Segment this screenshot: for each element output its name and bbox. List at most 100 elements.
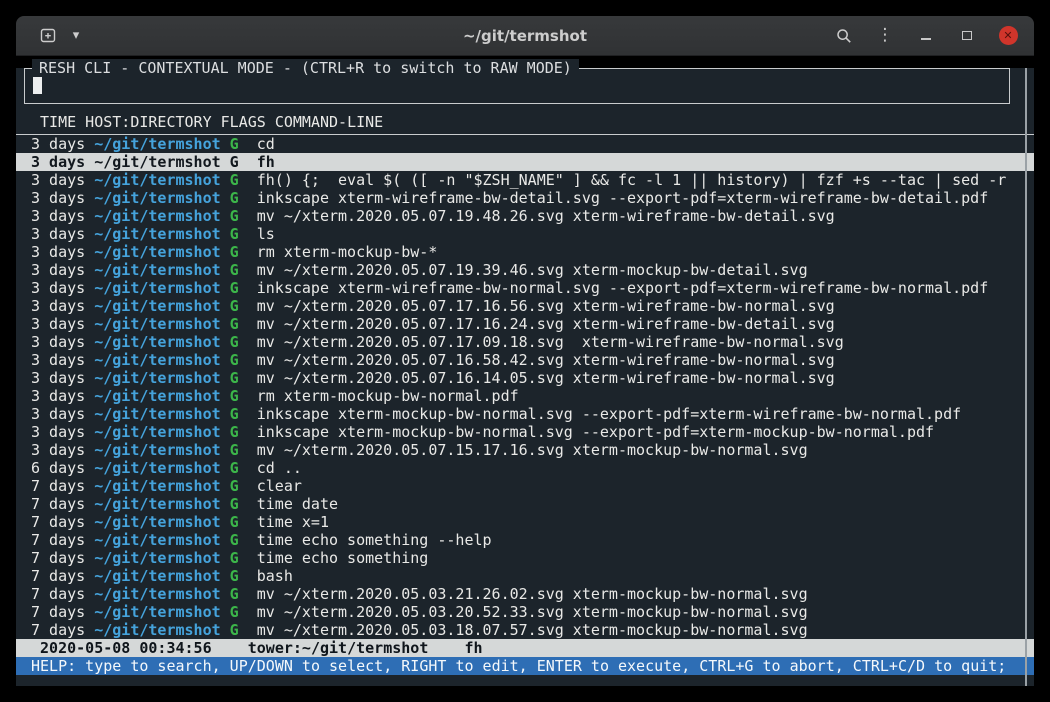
row-time: 3 days <box>31 441 94 459</box>
history-row[interactable]: 3 days~/git/termshotGrm xterm-mockup-bw-… <box>16 387 1034 405</box>
row-host: ~/git/termshot <box>94 189 229 207</box>
tab-switcher-button[interactable]: ▾ <box>66 26 86 46</box>
row-host: ~/git/termshot <box>94 603 229 621</box>
row-command: inkscape xterm-wireframe-bw-normal.svg -… <box>257 279 989 297</box>
row-command: cd <box>257 135 275 153</box>
row-flags: G <box>230 567 257 585</box>
resh-box-title: RESH CLI - CONTEXTUAL MODE - (CTRL+R to … <box>32 59 579 77</box>
row-host: ~/git/termshot <box>94 495 229 513</box>
history-row[interactable]: 6 days~/git/termshotGcd .. <box>16 459 1034 477</box>
row-host: ~/git/termshot <box>94 549 229 567</box>
search-icon <box>836 28 852 44</box>
restore-button[interactable] <box>957 26 977 46</box>
history-row[interactable]: 3 days~/git/termshotGls <box>16 225 1034 243</box>
row-time: 3 days <box>31 189 94 207</box>
row-command: mv ~/xterm.2020.05.07.16.14.05.svg xterm… <box>257 369 835 387</box>
menu-button[interactable]: ⋮ <box>875 26 895 46</box>
search-button[interactable] <box>834 26 854 46</box>
scrollbar[interactable] <box>1025 68 1027 686</box>
row-time: 7 days <box>31 477 94 495</box>
resh-search-box[interactable]: RESH CLI - CONTEXTUAL MODE - (CTRL+R to … <box>24 68 1010 104</box>
row-command: time echo something <box>257 549 429 567</box>
history-row[interactable]: 3 days~/git/termshotGmv ~/xterm.2020.05.… <box>16 441 1034 459</box>
row-flags: G <box>230 585 257 603</box>
close-button[interactable]: ✕ <box>998 26 1018 46</box>
history-row[interactable]: 7 days~/git/termshotGtime x=1 <box>16 513 1034 531</box>
history-row[interactable]: 3 days~/git/termshotGinkscape xterm-mock… <box>16 423 1034 441</box>
row-flags: G <box>230 531 257 549</box>
history-row[interactable]: 3 days~/git/termshotGrm xterm-mockup-bw-… <box>16 243 1034 261</box>
row-time: 3 days <box>31 333 94 351</box>
row-command: mv ~/xterm.2020.05.03.18.07.57.svg xterm… <box>257 621 808 639</box>
row-flags: G <box>230 369 257 387</box>
history-row[interactable]: 3 days~/git/termshotGmv ~/xterm.2020.05.… <box>16 351 1034 369</box>
row-host: ~/git/termshot <box>94 369 229 387</box>
row-command: bash <box>257 567 293 585</box>
minimize-button[interactable] <box>916 26 936 46</box>
row-time: 3 days <box>31 225 94 243</box>
history-row[interactable]: 7 days~/git/termshotGmv ~/xterm.2020.05.… <box>16 603 1034 621</box>
row-time: 7 days <box>31 621 94 639</box>
row-flags: G <box>230 495 257 513</box>
row-command: inkscape xterm-wireframe-bw-detail.svg -… <box>257 189 989 207</box>
history-row[interactable]: 7 days~/git/termshotGbash <box>16 567 1034 585</box>
row-host: ~/git/termshot <box>94 477 229 495</box>
history-row[interactable]: 3 days~/git/termshotGcd <box>16 135 1034 153</box>
history-row[interactable]: 3 days~/git/termshotGmv ~/xterm.2020.05.… <box>16 369 1034 387</box>
row-flags: G <box>230 171 257 189</box>
row-host: ~/git/termshot <box>94 261 229 279</box>
row-time: 3 days <box>31 261 94 279</box>
row-host: ~/git/termshot <box>94 153 229 171</box>
history-row[interactable]: 3 days~/git/termshotGmv ~/xterm.2020.05.… <box>16 315 1034 333</box>
row-command: rm xterm-mockup-bw-normal.pdf <box>257 387 519 405</box>
history-row[interactable]: 7 days~/git/termshotGmv ~/xterm.2020.05.… <box>16 621 1034 639</box>
row-host: ~/git/termshot <box>94 333 229 351</box>
history-row[interactable]: 7 days~/git/termshotGtime echo something… <box>16 531 1034 549</box>
row-command: mv ~/xterm.2020.05.07.17.16.56.svg xterm… <box>257 297 835 315</box>
row-flags: G <box>230 279 257 297</box>
row-host: ~/git/termshot <box>94 387 229 405</box>
row-host: ~/git/termshot <box>94 585 229 603</box>
row-flags: G <box>230 261 257 279</box>
history-row[interactable]: 3 days~/git/termshotGmv ~/xterm.2020.05.… <box>16 261 1034 279</box>
row-time: 3 days <box>31 351 94 369</box>
history-row[interactable]: 7 days~/git/termshotGclear <box>16 477 1034 495</box>
row-host: ~/git/termshot <box>94 225 229 243</box>
history-row[interactable]: 3 days~/git/termshotGmv ~/xterm.2020.05.… <box>16 333 1034 351</box>
terminal-window: ▾ ~/git/termshot ⋮ ✕ <box>16 16 1034 686</box>
new-tab-button[interactable] <box>38 26 58 46</box>
history-row[interactable]: 3 days~/git/termshotGinkscape xterm-mock… <box>16 405 1034 423</box>
titlebar[interactable]: ▾ ~/git/termshot ⋮ ✕ <box>16 16 1034 56</box>
row-host: ~/git/termshot <box>94 279 229 297</box>
help-bar: HELP: type to search, UP/DOWN to select,… <box>16 657 1034 675</box>
history-row[interactable]: 3 days~/git/termshotGfh() {; eval $( ([ … <box>16 171 1034 189</box>
terminal[interactable]: RESH CLI - CONTEXTUAL MODE - (CTRL+R to … <box>16 68 1034 686</box>
row-time: 3 days <box>31 315 94 333</box>
history-row[interactable]: 3 days~/git/termshotGfh <box>16 153 1034 171</box>
row-time: 7 days <box>31 549 94 567</box>
row-command: mv ~/xterm.2020.05.07.19.39.46.svg xterm… <box>257 261 808 279</box>
row-command: inkscape xterm-mockup-bw-normal.svg --ex… <box>257 405 961 423</box>
history-row[interactable]: 7 days~/git/termshotGtime date <box>16 495 1034 513</box>
history-rows: 3 days~/git/termshotGcd3 days~/git/terms… <box>16 135 1034 639</box>
history-row[interactable]: 3 days~/git/termshotGinkscape xterm-wire… <box>16 189 1034 207</box>
row-time: 3 days <box>31 405 94 423</box>
row-command: rm xterm-mockup-bw-* <box>257 243 438 261</box>
row-host: ~/git/termshot <box>94 297 229 315</box>
row-command: fh() {; eval $( ([ -n "$ZSH_NAME" ] && f… <box>257 171 1007 189</box>
history-row[interactable]: 7 days~/git/termshotGmv ~/xterm.2020.05.… <box>16 585 1034 603</box>
row-time: 3 days <box>31 279 94 297</box>
history-row[interactable]: 3 days~/git/termshotGmv ~/xterm.2020.05.… <box>16 207 1034 225</box>
row-time: 3 days <box>31 171 94 189</box>
history-row[interactable]: 3 days~/git/termshotGinkscape xterm-wire… <box>16 279 1034 297</box>
history-header: TIME HOST:DIRECTORY FLAGS COMMAND-LINE <box>16 113 1034 135</box>
row-time: 3 days <box>31 243 94 261</box>
row-command: inkscape xterm-mockup-bw-normal.svg --ex… <box>257 423 934 441</box>
row-time: 7 days <box>31 531 94 549</box>
row-time: 7 days <box>31 585 94 603</box>
row-flags: G <box>230 513 257 531</box>
row-time: 3 days <box>31 135 94 153</box>
history-row[interactable]: 3 days~/git/termshotGmv ~/xterm.2020.05.… <box>16 297 1034 315</box>
history-row[interactable]: 7 days~/git/termshotGtime echo something <box>16 549 1034 567</box>
status-bar: 2020-05-08 00:34:56 tower:~/git/termshot… <box>16 639 1034 657</box>
